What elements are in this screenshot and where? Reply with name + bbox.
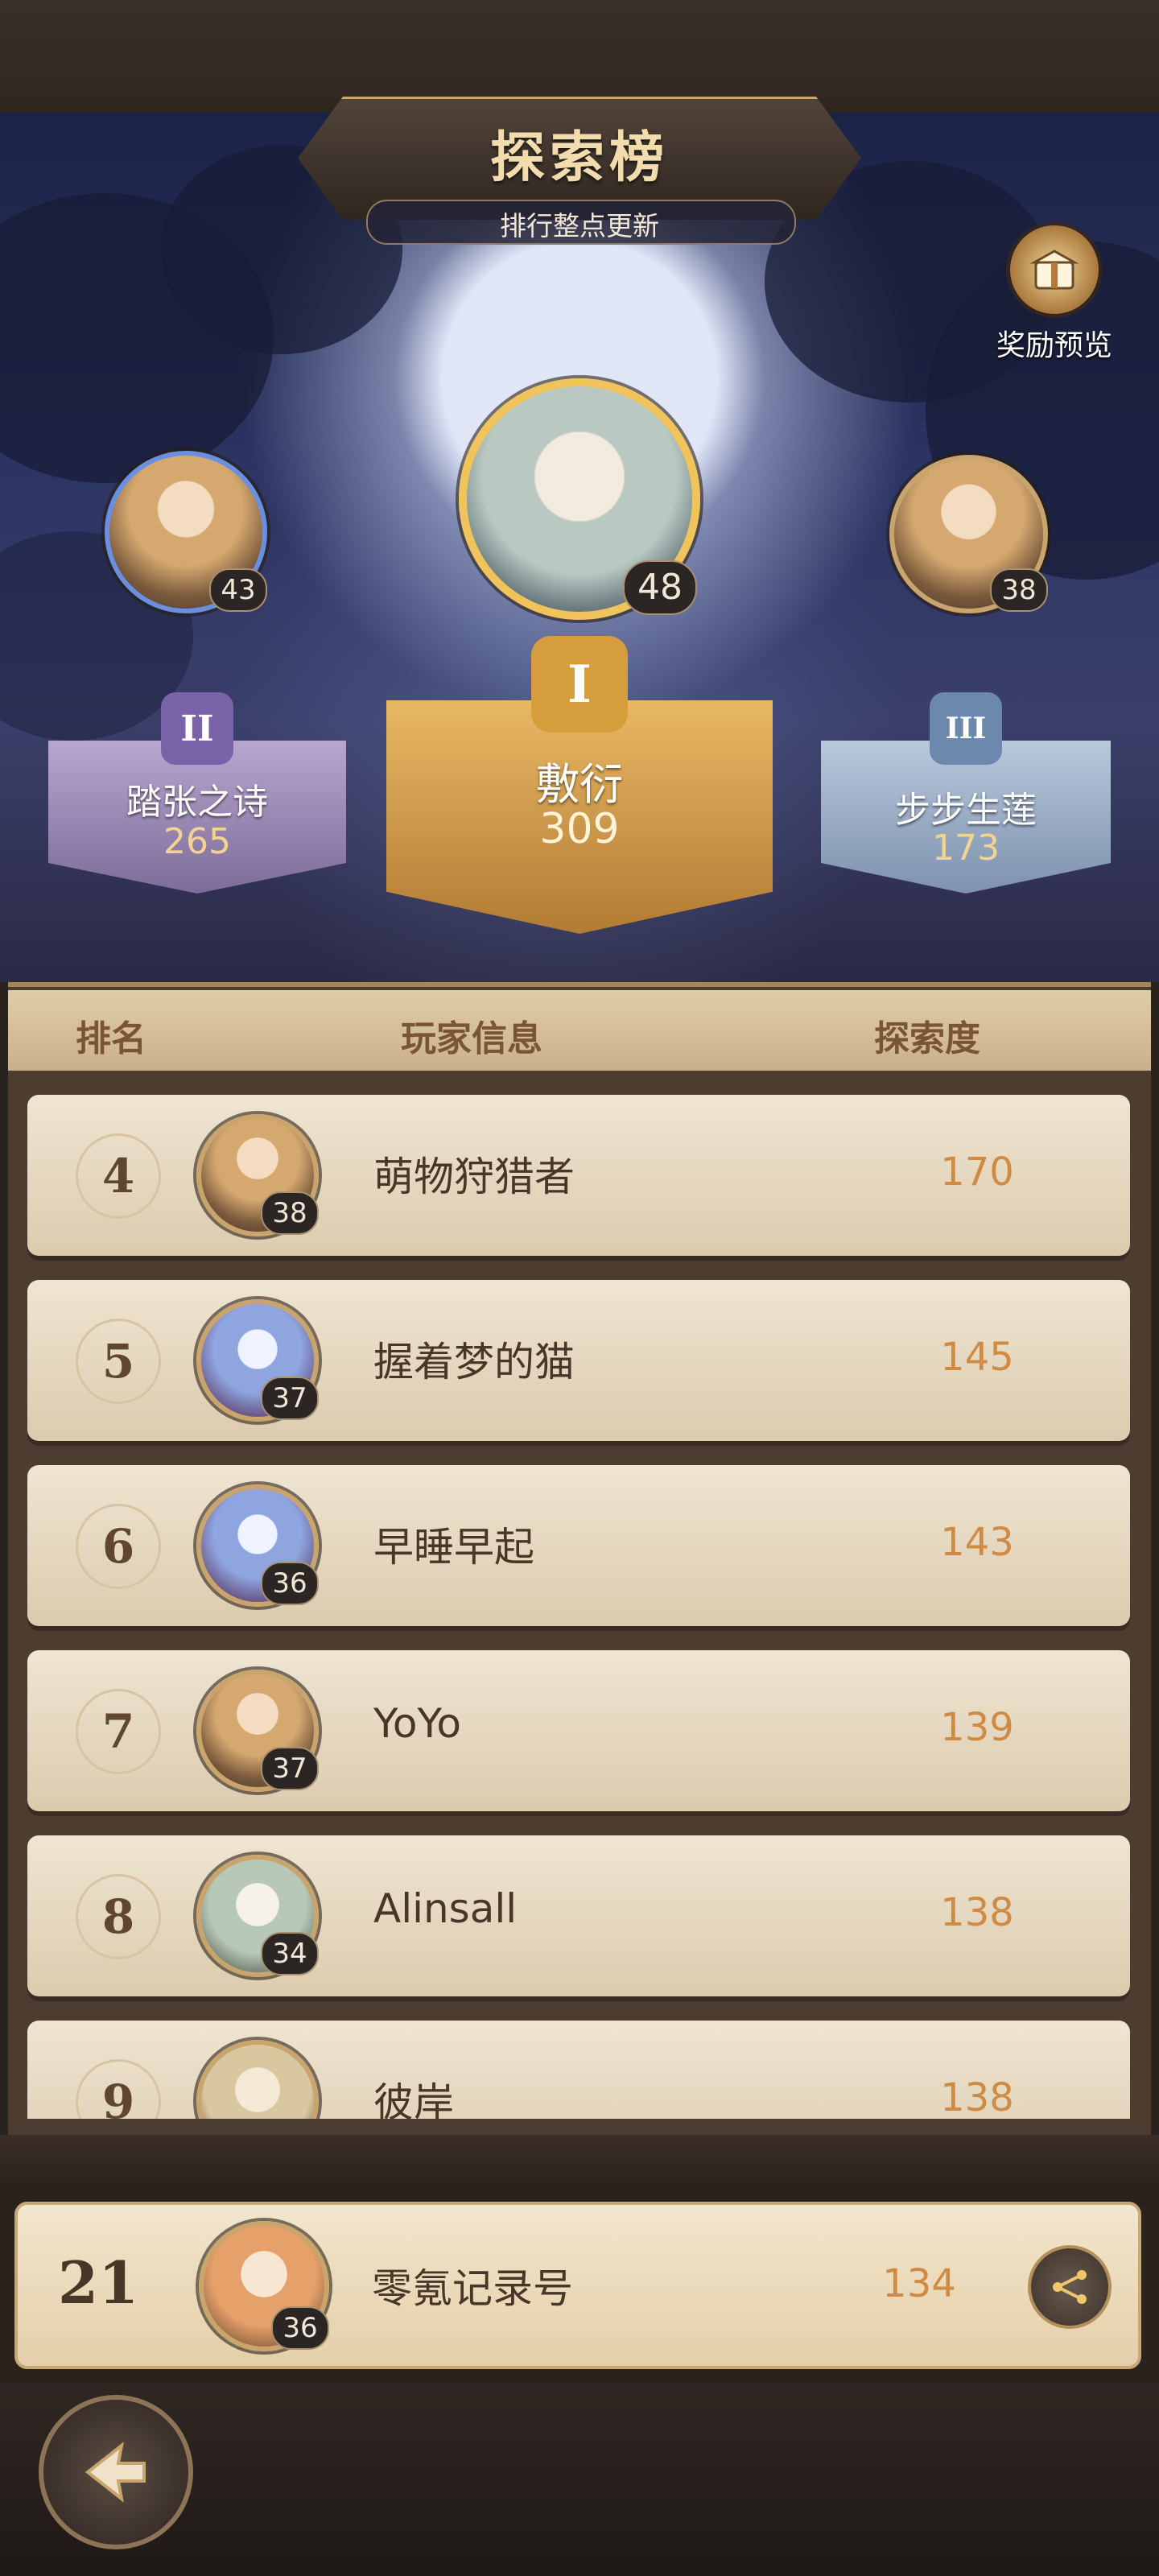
rank-number: 4 [76, 1133, 161, 1219]
ranking-list[interactable]: 4 38 萌物狩猎者 170 5 37 握着梦的猫 145 6 36 早睡早起 … [19, 1087, 1140, 2119]
player-score: 170 [940, 1150, 1014, 1195]
share-button[interactable] [1028, 2245, 1112, 2329]
podium-score: 265 [163, 821, 231, 862]
podium-avatar-2[interactable]: 43 [105, 451, 267, 613]
player-score: 145 [940, 1335, 1014, 1380]
update-note: 排行整点更新 [500, 210, 659, 242]
player-name: 早睡早起 [373, 1524, 534, 1571]
level-badge: 38 [261, 1191, 319, 1235]
rank-number: 9 [76, 2059, 161, 2119]
player-avatar[interactable]: 38 [196, 1114, 319, 1236]
podium-score: 173 [932, 828, 1000, 869]
table-header: 排名 玩家信息 探索度 [8, 990, 1151, 1071]
level-badge: 48 [623, 560, 697, 615]
level-badge: 43 [209, 568, 267, 612]
level-badge: 36 [261, 1562, 319, 1605]
podium-first: I 敷衍 309 [386, 636, 773, 942]
level-badge: 34 [261, 1932, 319, 1975]
player-name: YoYo [373, 1700, 461, 1747]
rank-emblem-3: III [930, 692, 1002, 765]
level-badge: 37 [261, 1377, 319, 1420]
table-row[interactable]: 4 38 萌物狩猎者 170 [27, 1095, 1130, 1256]
podium-avatar-3[interactable]: 38 [889, 455, 1048, 613]
level-badge: 37 [261, 1747, 319, 1790]
table-row[interactable]: 5 37 握着梦的猫 145 [27, 1280, 1130, 1441]
podium-second: II 踏张之诗 265 [48, 692, 346, 918]
player-avatar[interactable]: 37 [196, 1670, 319, 1792]
my-score: 134 [882, 2261, 956, 2306]
header-score: 探索度 [874, 1018, 980, 1059]
header-player: 玩家信息 [401, 1018, 542, 1059]
player-name: 萌物狩猎者 [373, 1154, 575, 1200]
player-name: Alinsall [373, 1885, 518, 1932]
player-score: 138 [940, 1890, 1014, 1935]
podium-score: 309 [539, 805, 620, 853]
back-arrow-icon [85, 2442, 146, 2503]
player-name: 彼岸 [373, 2079, 454, 2119]
my-avatar[interactable]: 36 [199, 2221, 329, 2351]
level-badge: 36 [271, 2306, 329, 2350]
rank-number: 7 [76, 1689, 161, 1774]
player-avatar[interactable]: 34 [196, 1855, 319, 1977]
list-divider [0, 2135, 1159, 2183]
podium-name: 踏张之诗 [126, 782, 268, 823]
table-row[interactable]: 8 34 Alinsall 138 [27, 1835, 1130, 1996]
rank-number: 8 [76, 1874, 161, 1959]
player-score: 143 [940, 1520, 1014, 1565]
share-icon [1053, 2270, 1087, 2304]
rank-emblem-1: I [531, 636, 628, 733]
player-avatar[interactable]: 37 [196, 1299, 319, 1422]
my-name: 零氪记录号 [372, 2265, 573, 2312]
podium-third: III 步步生莲 173 [821, 692, 1111, 918]
rank-number: 5 [76, 1319, 161, 1404]
rank-emblem-2: II [161, 692, 233, 765]
table-row[interactable]: 9 彼岸 138 [27, 2021, 1130, 2119]
table-row[interactable]: 7 37 YoYo 139 [27, 1650, 1130, 1811]
player-score: 138 [940, 2075, 1014, 2119]
level-badge: 38 [990, 568, 1048, 612]
table-row[interactable]: 6 36 早睡早起 143 [27, 1465, 1130, 1626]
podium-avatar-1[interactable]: 48 [459, 378, 700, 620]
podium-name: 敷衍 [536, 759, 623, 810]
player-name: 握着梦的猫 [373, 1339, 575, 1385]
header-rank: 排名 [76, 1018, 146, 1059]
back-button[interactable] [39, 2395, 193, 2549]
podium-name: 步步生莲 [895, 790, 1037, 831]
player-avatar[interactable]: 36 [196, 1484, 319, 1607]
reward-preview-label: 奖励预览 [996, 329, 1112, 362]
reward-preview-button[interactable]: 奖励预览 [978, 225, 1131, 362]
gift-chest-icon [1010, 225, 1099, 314]
rank-number: 6 [76, 1504, 161, 1589]
player-avatar[interactable] [196, 2040, 319, 2119]
page-title: 探索榜 [489, 126, 669, 190]
player-score: 139 [940, 1705, 1014, 1750]
my-rank-number: 21 [58, 2248, 139, 2317]
my-rank-row[interactable]: 21 36 零氪记录号 134 [14, 2202, 1141, 2369]
